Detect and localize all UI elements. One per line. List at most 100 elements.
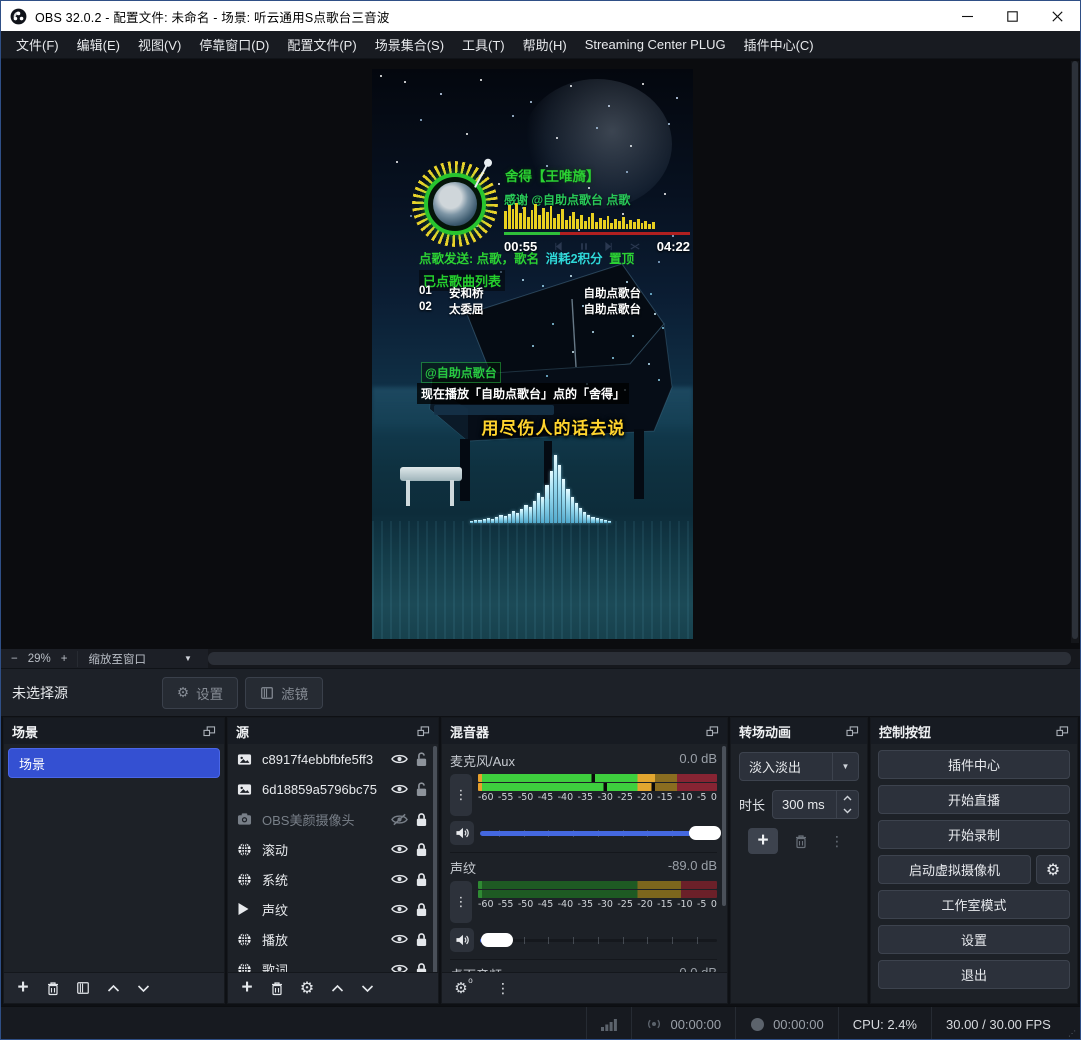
duration-down-button[interactable] [837,805,858,819]
eye-icon[interactable] [388,963,410,972]
menu-item-7[interactable]: 帮助(H) [514,31,576,58]
source-properties-button[interactable]: ⚙ 设置 [162,677,238,709]
menu-item-8[interactable]: Streaming Center PLUG [576,33,735,56]
eye-icon[interactable] [388,843,410,855]
scenes-dock-header[interactable]: 场景 [4,718,224,744]
maximize-button[interactable] [990,1,1035,31]
transitions-dock-header[interactable]: 转场动画 [731,718,867,744]
scene-move-down-button[interactable] [130,976,156,1000]
control-button-2[interactable]: 开始录制 [878,820,1070,849]
menu-item-5[interactable]: 场景集合(S) [366,31,453,58]
advanced-audio-button[interactable]: ⚙o [448,976,474,1000]
menu-item-4[interactable]: 配置文件(P) [278,31,365,58]
lock-icon[interactable] [410,872,432,887]
control-button-3[interactable]: 启动虚拟摄像机 [878,855,1031,884]
resize-grip[interactable]: ⋰ [1066,1007,1080,1040]
preview-canvas[interactable]: 舍得【王唯旖】 感谢 @自助点歌台 点歌 00:55 04:22 点歌发送: 点… [1,59,1080,649]
sources-scrollbar[interactable] [433,746,437,972]
mixer-channel-menu-button[interactable]: ⋮ [450,881,472,923]
duration-spinbox[interactable]: 300 ms [772,790,859,819]
canvas-vertical-scrollbar[interactable] [1071,61,1079,643]
source-move-down-button[interactable] [354,976,380,1000]
transition-menu-button[interactable]: ⋮ [824,829,850,853]
eye-icon[interactable] [388,783,410,795]
control-button-0[interactable]: 插件中心 [878,750,1070,779]
scrollbar-thumb[interactable] [433,746,437,972]
source-properties-button[interactable]: ⚙ [294,976,320,1000]
scene-filters-button[interactable] [70,976,96,1000]
zoom-in-button[interactable]: + [61,653,68,665]
source-row[interactable]: 滚动 [228,834,438,864]
lock-icon[interactable] [410,962,432,973]
menu-item-9[interactable]: 插件中心(C) [735,31,823,58]
source-filters-button[interactable]: 滤镜 [245,677,323,709]
lock-icon[interactable] [410,932,432,947]
add-scene-button[interactable]: + [10,976,36,1000]
popout-icon[interactable] [417,726,430,737]
minimize-button[interactable] [945,1,990,31]
speaker-icon[interactable] [450,821,474,845]
zoom-out-button[interactable]: − [11,653,18,665]
scale-tick-label: -55 [498,899,514,910]
eye-icon[interactable] [388,933,410,945]
slider-handle[interactable] [481,933,513,947]
menu-item-6[interactable]: 工具(T) [453,31,514,58]
eye-icon[interactable] [388,753,410,765]
sources-dock-header[interactable]: 源 [228,718,438,744]
menu-item-2[interactable]: 视图(V) [129,31,190,58]
eye-icon[interactable] [388,903,410,915]
virtual-camera-config-button[interactable]: ⚙ [1036,855,1070,884]
controls-dock-header[interactable]: 控制按钮 [871,718,1077,744]
remove-transition-button[interactable] [788,829,814,853]
add-source-button[interactable]: + [234,976,260,1000]
slider-handle[interactable] [689,826,721,840]
popout-icon[interactable] [203,726,216,737]
canvas-horizontal-scrollbar[interactable] [208,649,1080,668]
source-row[interactable]: c8917f4ebbfbfe5ff3 [228,744,438,774]
lock-icon[interactable] [410,812,432,827]
popout-icon[interactable] [1056,726,1069,737]
source-row[interactable]: 播放 [228,924,438,954]
control-button-5[interactable]: 设置 [878,925,1070,954]
volume-slider[interactable] [480,933,717,947]
volume-slider[interactable] [480,826,717,840]
scrollbar-thumb[interactable] [1072,61,1078,639]
popout-icon[interactable] [846,726,859,737]
lock-icon[interactable] [410,902,432,917]
transition-select[interactable]: 淡入淡出 ▼ [739,752,859,781]
popout-icon[interactable] [706,726,719,737]
scene-item[interactable]: 场景 [8,748,220,778]
scrollbar-thumb[interactable] [208,652,1071,665]
control-button-1[interactable]: 开始直播 [878,785,1070,814]
remove-scene-button[interactable] [40,976,66,1000]
unlock-icon[interactable] [410,782,432,797]
close-button[interactable] [1035,1,1080,31]
speaker-icon[interactable] [450,928,474,952]
scene-move-up-button[interactable] [100,976,126,1000]
add-transition-button[interactable]: + [748,828,778,854]
source-row[interactable]: OBS美颜摄像头 [228,804,438,834]
source-row[interactable]: 6d18859a5796bc75 [228,774,438,804]
wave-bar [583,512,586,523]
unlock-icon[interactable] [410,752,432,767]
source-row[interactable]: 声纹 [228,894,438,924]
eye-icon[interactable] [388,873,410,885]
menu-item-0[interactable]: 文件(F) [7,31,68,58]
control-button-6[interactable]: 退出 [878,960,1070,989]
source-row[interactable]: 系统 [228,864,438,894]
source-row[interactable]: 歌词 [228,954,438,972]
source-move-up-button[interactable] [324,976,350,1000]
remove-source-button[interactable] [264,976,290,1000]
menu-item-1[interactable]: 编辑(E) [68,31,129,58]
zoom-fit-dropdown[interactable]: 缩放至窗口 ▼ [77,651,201,667]
mixer-dock-header[interactable]: 混音器 [442,718,727,744]
mixer-channel-menu-button[interactable]: ⋮ [450,774,472,816]
control-button-4[interactable]: 工作室模式 [878,890,1070,919]
mixer-scrollbar[interactable] [722,746,726,906]
menu-item-3[interactable]: 停靠窗口(D) [190,31,278,58]
program-video[interactable]: 舍得【王唯旖】 感谢 @自助点歌台 点歌 00:55 04:22 点歌发送: 点… [372,69,693,639]
lock-icon[interactable] [410,842,432,857]
eye-off-icon[interactable] [388,813,410,826]
duration-up-button[interactable] [837,791,858,805]
mixer-menu-button[interactable]: ⋮ [490,976,516,1000]
